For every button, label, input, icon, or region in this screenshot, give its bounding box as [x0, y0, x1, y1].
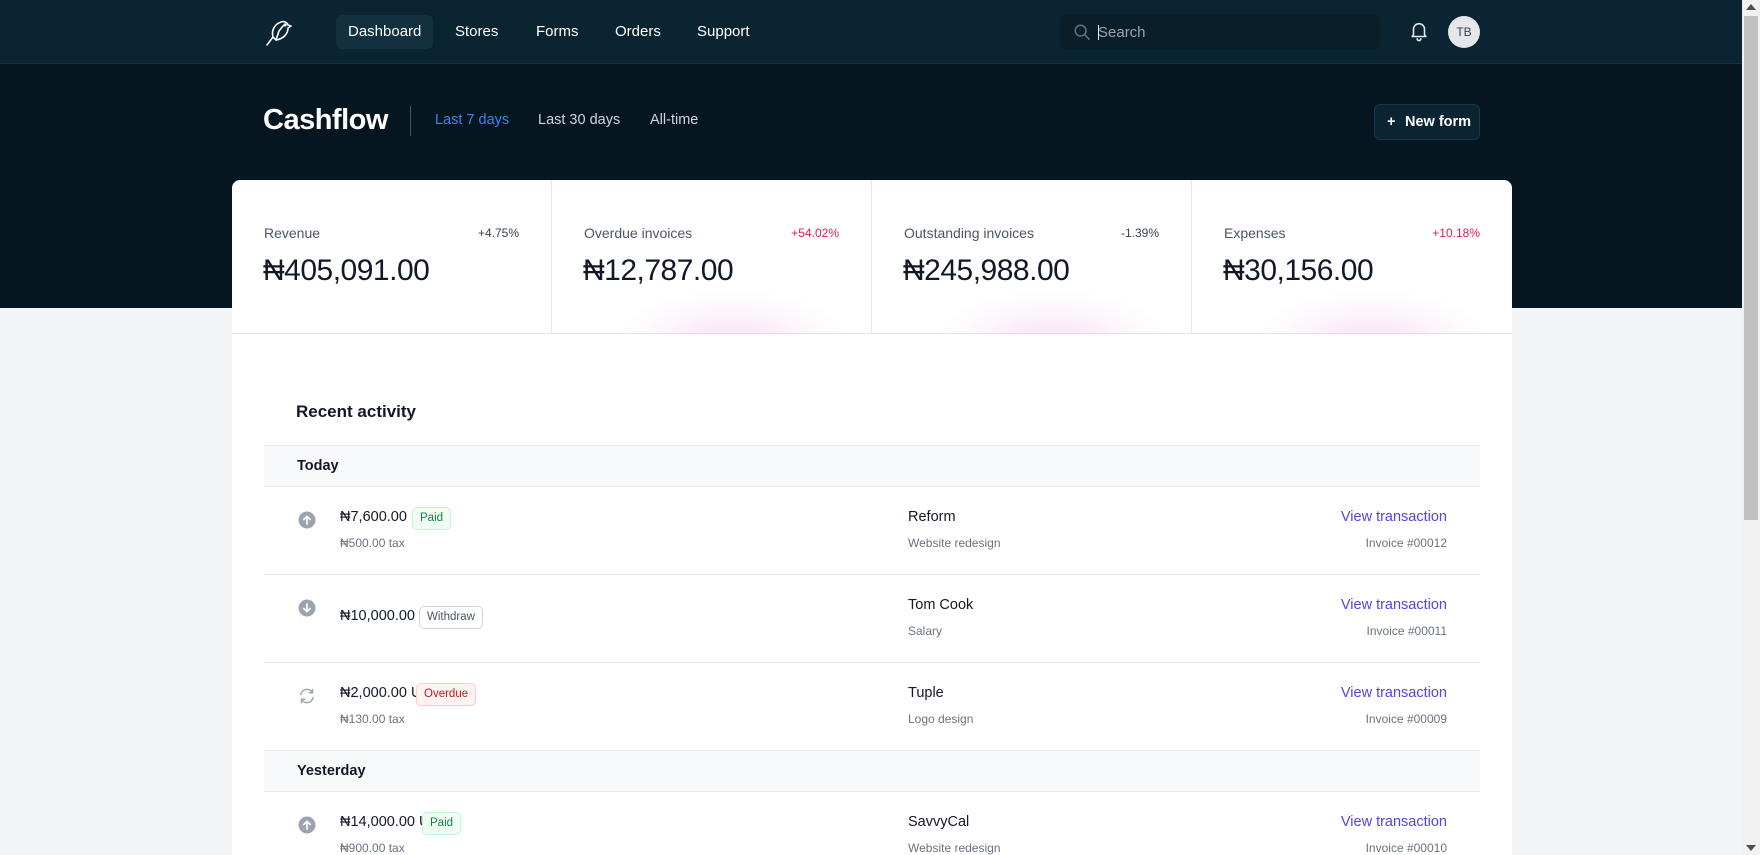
page-scrollbar[interactable] — [1742, 0, 1760, 855]
tax-amount: ₦130.00 tax — [340, 712, 405, 726]
scroll-up-arrow-icon[interactable] — [1746, 4, 1756, 10]
stats-row: Revenue +4.75% ₦405,091.00 Overdue invoi… — [232, 180, 1512, 334]
stat-value: ₦12,787.00 — [583, 254, 734, 287]
group-header-yesterday: Yesterday — [264, 750, 1480, 792]
group-header-today: Today — [264, 445, 1480, 487]
invoice-number: Invoice #00012 — [1365, 536, 1447, 550]
stat-overdue-invoices: Overdue invoices +54.02% ₦12,787.00 — [552, 180, 872, 334]
stat-change: -1.39% — [1120, 226, 1159, 240]
nav-dashboard[interactable]: Dashboard — [336, 15, 434, 49]
search-box[interactable] — [1060, 14, 1380, 50]
plus-icon: + — [1387, 114, 1396, 130]
nav-stores[interactable]: Stores — [443, 15, 510, 49]
view-transaction-link[interactable]: View transaction — [1341, 685, 1447, 701]
top-navbar: Dashboard Stores Forms Orders Support TB — [0, 0, 1742, 64]
arrow-up-circle-icon — [298, 511, 316, 529]
stat-change: +10.18% — [1432, 226, 1480, 240]
stat-change: +4.75% — [477, 226, 519, 240]
tax-amount: ₦900.00 tax — [340, 841, 405, 855]
client-name: Tom Cook — [908, 597, 974, 613]
description: Website redesign — [908, 841, 1001, 855]
tab-last-30-days[interactable]: Last 30 days — [538, 112, 620, 128]
view-transaction-link[interactable]: View transaction — [1341, 509, 1447, 525]
stat-value: ₦245,988.00 — [903, 254, 1070, 287]
tab-all-time[interactable]: All-time — [650, 112, 698, 128]
invoice-number: Invoice #00011 — [1366, 624, 1447, 638]
view-transaction-link[interactable]: View transaction — [1341, 814, 1447, 830]
decorative-glow — [932, 290, 1172, 334]
description: Salary — [908, 624, 943, 638]
stat-label: Overdue invoices — [584, 225, 693, 241]
text-caret — [1098, 25, 1099, 40]
bird-logo-icon[interactable] — [262, 16, 294, 48]
section-title: Recent activity — [296, 402, 416, 421]
arrow-down-circle-icon — [298, 599, 316, 617]
status-badge: Withdraw — [419, 606, 483, 629]
stat-outstanding-invoices: Outstanding invoices -1.39% ₦245,988.00 — [872, 180, 1192, 334]
status-badge: Overdue — [416, 683, 477, 706]
search-icon — [1074, 24, 1090, 40]
status-badge: Paid — [412, 507, 452, 530]
stat-value: ₦30,156.00 — [1223, 254, 1374, 287]
tab-last-7-days[interactable]: Last 7 days — [435, 112, 509, 128]
nav-support[interactable]: Support — [685, 15, 762, 49]
scrollbar-thumb[interactable] — [1744, 16, 1758, 520]
title-divider — [410, 106, 411, 136]
page-title: Cashflow — [263, 104, 388, 136]
arrow-up-circle-icon — [298, 816, 316, 834]
table-row: ₦10,000.00 USD Withdraw Tom Cook Salary … — [264, 575, 1480, 663]
client-name: Reform — [908, 509, 956, 525]
stat-label: Revenue — [264, 225, 321, 241]
stat-value: ₦405,091.00 — [263, 254, 430, 287]
nav-forms[interactable]: Forms — [524, 15, 591, 49]
invoice-number: Invoice #00009 — [1365, 712, 1447, 726]
view-transaction-link[interactable]: View transaction — [1341, 597, 1447, 613]
tax-amount: ₦500.00 tax — [340, 536, 405, 550]
bell-icon[interactable] — [1408, 20, 1430, 42]
table-row: ₦2,000.00 USD Overdue ₦130.00 tax Tuple … — [264, 663, 1480, 751]
avatar[interactable]: TB — [1448, 16, 1480, 48]
group-label: Yesterday — [297, 763, 366, 779]
invoice-number: Invoice #00010 — [1365, 841, 1447, 855]
search-input[interactable] — [1098, 14, 1368, 50]
decorative-glow — [612, 290, 852, 334]
stat-label: Expenses — [1224, 225, 1286, 241]
status-badge: Paid — [422, 812, 462, 835]
client-name: SavvyCal — [908, 814, 970, 830]
main-card: Revenue +4.75% ₦405,091.00 Overdue invoi… — [232, 180, 1512, 855]
new-form-label: New form — [1405, 114, 1472, 130]
description: Website redesign — [908, 536, 1001, 550]
stat-revenue: Revenue +4.75% ₦405,091.00 — [232, 180, 552, 334]
table-row: ₦14,000.00 USD Paid ₦900.00 tax SavvyCal… — [264, 792, 1480, 855]
group-label: Today — [297, 458, 339, 474]
decorative-glow — [1252, 290, 1492, 334]
client-name: Tuple — [908, 685, 944, 701]
description: Logo design — [908, 712, 974, 726]
stat-change: +54.02% — [791, 226, 839, 240]
stat-expenses: Expenses +10.18% ₦30,156.00 — [1192, 180, 1512, 334]
scroll-down-arrow-icon[interactable] — [1746, 845, 1756, 851]
table-row: ₦7,600.00 USD Paid ₦500.00 tax Reform We… — [264, 487, 1480, 575]
new-form-button[interactable]: + New form — [1374, 104, 1480, 140]
refresh-icon — [300, 688, 314, 704]
nav-orders[interactable]: Orders — [603, 15, 673, 49]
stat-label: Outstanding invoices — [904, 225, 1034, 241]
